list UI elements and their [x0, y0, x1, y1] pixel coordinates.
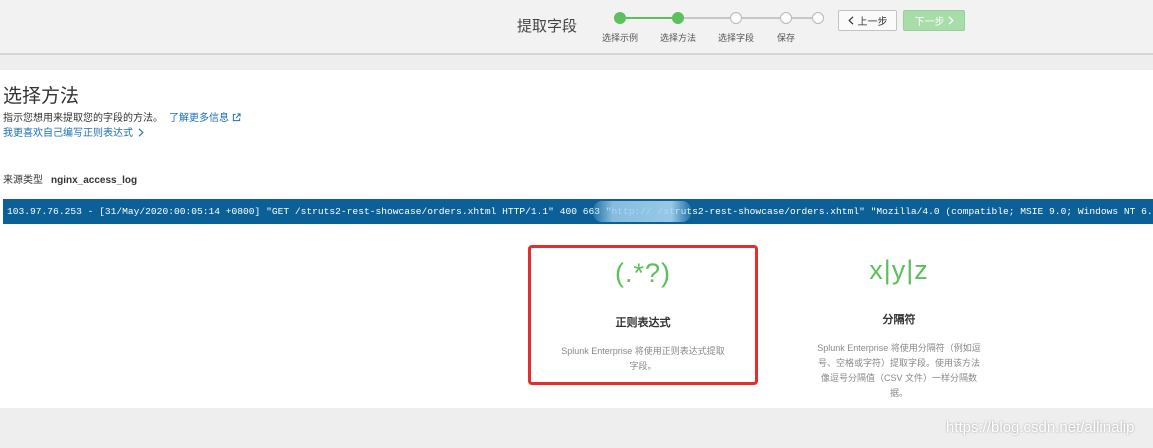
next-step-button[interactable]: 下一步: [903, 10, 965, 31]
step-1-label: 选择示例: [601, 33, 639, 43]
watermark-text: https://blog.csdn.net/allinalip: [946, 419, 1135, 436]
delimiter-glyph: x|y|z: [869, 255, 929, 285]
sample-event-bar: 103.97.76.253 - [31/May/2020:00:05:14 +0…: [3, 199, 1153, 224]
wizard-title: 提取字段: [517, 18, 578, 35]
method-card-title: 正则表达式: [615, 317, 671, 329]
page-title: 选择方法: [3, 86, 80, 107]
redacted-host-blur: [593, 201, 691, 222]
step-2-dot: [672, 12, 684, 24]
step-connector: [736, 17, 786, 19]
method-card-description: Splunk Enterprise 将使用正则表达式提取字段。: [561, 346, 725, 371]
previous-step-button[interactable]: 上一步: [838, 10, 897, 31]
wizard-header: 提取字段 选择示例 选择方法 选择字段 保存 上一步 下一步: [0, 0, 1153, 55]
source-type: 来源类型 nginx_access_log: [3, 171, 137, 186]
step-connector: [620, 17, 678, 19]
learn-more-link[interactable]: 了解更多信息: [169, 113, 241, 124]
step-progress: 选择示例 选择方法 选择字段 保存: [600, 10, 840, 50]
chevron-right-icon: [138, 128, 144, 137]
regex-glyph: (.*?): [614, 258, 671, 288]
previous-step-label: 上一步: [857, 17, 888, 28]
step-2-label: 选择方法: [659, 33, 697, 43]
step-4-dot: [780, 12, 792, 24]
method-card-description: Splunk Enterprise 将使用分隔符（例如逗号、空格或字符）提取字段…: [817, 343, 981, 398]
step-3-label: 选择字段: [717, 33, 755, 43]
method-card-regex[interactable]: (.*?) 正则表达式 Splunk Enterprise 将使用正则表达式提取…: [528, 245, 758, 385]
write-own-regex-link[interactable]: 我更喜欢自己编写正则表达式: [3, 124, 144, 139]
write-own-regex-label: 我更喜欢自己编写正则表达式: [3, 128, 133, 139]
external-link-icon: [232, 113, 241, 122]
source-type-label: 来源类型: [3, 175, 43, 186]
source-type-value: nginx_access_log: [51, 175, 138, 186]
step-5-dot: [812, 12, 824, 24]
learn-more-label: 了解更多信息: [169, 113, 229, 124]
sample-event-text: 103.97.76.253 - [31/May/2020:00:05:14 +0…: [7, 206, 1153, 217]
page-description: 指示您想用来提取您的字段的方法。 了解更多信息: [3, 109, 241, 124]
step-1-dot: [614, 12, 626, 24]
method-card-delimiters[interactable]: x|y|z 分隔符 Splunk Enterprise 将使用分隔符（例如逗号、…: [784, 245, 1014, 398]
method-panel: 选择方法 指示您想用来提取您的字段的方法。 了解更多信息 我更喜欢自己编写正则表达…: [0, 70, 1153, 408]
step-connector: [678, 17, 736, 19]
step-4-label: 保存: [776, 33, 796, 43]
step-3-dot: [730, 12, 742, 24]
method-card-title: 分隔符: [882, 314, 916, 326]
next-step-label: 下一步: [914, 17, 945, 28]
description-text: 指示您想用来提取您的字段的方法。: [3, 113, 163, 124]
chevron-left-icon: [847, 16, 853, 25]
chevron-right-icon: [948, 16, 954, 25]
